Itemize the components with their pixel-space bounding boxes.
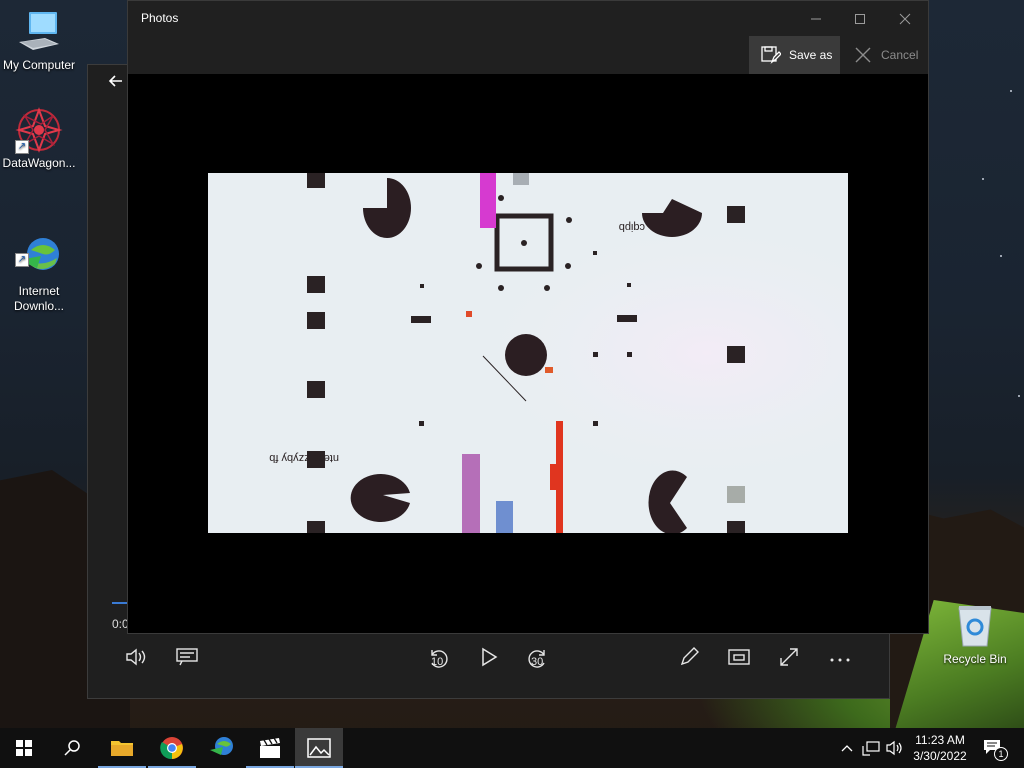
show-hidden-icons-button[interactable] [838, 728, 856, 768]
back-arrow-icon[interactable] [104, 71, 128, 95]
captions-icon [176, 647, 198, 672]
shortcut-arrow-icon: ↗ [15, 253, 29, 267]
star [1010, 90, 1012, 92]
cancel-button[interactable]: Cancel [848, 36, 928, 74]
forward-30-label: 30 [531, 656, 544, 668]
more-options-button[interactable] [824, 643, 856, 675]
speaker-icon [886, 740, 902, 756]
forward-30-icon: 30 [526, 647, 550, 671]
taskbar-file-explorer[interactable] [98, 728, 146, 768]
clock-date: 3/30/2022 [913, 749, 967, 763]
taskbar: 11:23 AM 3/30/2022 1 [0, 728, 1024, 768]
displayed-image: cqipb ntecs zzyby fb [208, 173, 848, 533]
image-text-ntecs: ntecs zzyby fb [269, 452, 339, 464]
internet-download-manager-icon: ↗ [15, 219, 63, 270]
mini-view-icon [728, 648, 750, 671]
desktop-icon-my-computer[interactable]: My Computer [0, 8, 81, 73]
clapperboard-icon [260, 737, 280, 758]
windows-logo-icon [16, 740, 32, 756]
taskbar-video-editor[interactable] [246, 728, 294, 768]
seek-bar-progress[interactable] [112, 602, 127, 604]
edit-button[interactable] [673, 643, 705, 675]
folder-icon [111, 741, 133, 756]
mini-view-button[interactable] [723, 643, 755, 675]
taskbar-internet-download-manager[interactable] [198, 728, 246, 768]
volume-button[interactable] [121, 643, 153, 675]
rewind-10-icon: 10 [426, 647, 450, 671]
desktop-icon-label: DataWagon... [2, 156, 76, 170]
fullscreen-icon [778, 646, 800, 673]
star [1018, 395, 1020, 397]
search-icon [64, 740, 80, 756]
desktop-icon-recycle-bin[interactable]: Recycle Bin [933, 602, 1017, 667]
chrome-icon [160, 737, 183, 760]
photos-toolbar: Save as Cancel [128, 36, 928, 74]
desktop-icon-datawagon[interactable]: ↗ DataWagon... [0, 106, 81, 171]
volume-tray-button[interactable] [885, 728, 905, 768]
edit-pen-icon [678, 646, 700, 673]
photos-titlebar[interactable]: Photos [128, 1, 928, 36]
notification-count: 1 [994, 747, 1008, 761]
chevron-up-icon [841, 745, 853, 752]
fullscreen-button[interactable] [773, 643, 805, 675]
start-button[interactable] [0, 728, 48, 768]
taskbar-photos[interactable] [295, 728, 343, 768]
recycle-bin-icon [951, 602, 999, 650]
shortcut-arrow-icon: ↗ [15, 140, 29, 154]
internet-download-manager-icon [210, 737, 233, 755]
computer-icon [15, 8, 63, 56]
minimize-icon [811, 18, 821, 19]
play-button[interactable] [473, 643, 505, 675]
notifications-icon: 1 [983, 737, 1008, 761]
displayed-image-graphic: cqipb ntecs zzyby fb [208, 173, 848, 533]
captions-button[interactable] [171, 643, 203, 675]
save-as-icon [761, 46, 781, 64]
save-as-label: Save as [789, 48, 833, 62]
desktop-icon-label: Internet Downlo... [13, 284, 65, 313]
star [1000, 255, 1002, 257]
desktop-icon-label: My Computer [2, 58, 76, 72]
save-as-button[interactable]: Save as [749, 36, 840, 74]
system-clock[interactable]: 11:23 AM 3/30/2022 [905, 732, 975, 764]
network-button[interactable] [861, 728, 881, 768]
maximize-button[interactable] [837, 1, 883, 36]
image-text-cqipb: cqipb [619, 221, 645, 233]
desktop-icon-internet-download-manager[interactable]: ↗ Internet Downlo... [0, 204, 81, 329]
taskbar-chrome[interactable] [148, 728, 196, 768]
more-icon [829, 650, 851, 668]
cancel-icon [854, 46, 872, 64]
volume-icon [125, 647, 149, 672]
close-icon [899, 13, 911, 24]
rewind-10-label: 10 [431, 656, 444, 668]
desktop-icon-label: Recycle Bin [943, 652, 1007, 666]
clock-time: 11:23 AM [915, 733, 965, 747]
play-icon [480, 647, 498, 672]
star [982, 178, 984, 180]
close-button[interactable] [882, 1, 928, 36]
maximize-icon [855, 13, 865, 24]
cancel-label: Cancel [881, 48, 919, 62]
datawagon-logo-icon: ↗ [15, 106, 63, 154]
minimize-button[interactable] [793, 1, 839, 36]
photos-icon [307, 738, 331, 758]
forward-30-button[interactable]: 30 [522, 643, 554, 675]
network-icon [862, 741, 880, 756]
photos-window[interactable]: Photos Save as Cancel cqipb ntecs zzyby … [127, 0, 929, 634]
rewind-10-button[interactable]: 10 [422, 643, 454, 675]
window-title: Photos [141, 11, 179, 25]
action-center-button[interactable]: 1 [980, 728, 1008, 768]
search-button[interactable] [48, 728, 96, 768]
